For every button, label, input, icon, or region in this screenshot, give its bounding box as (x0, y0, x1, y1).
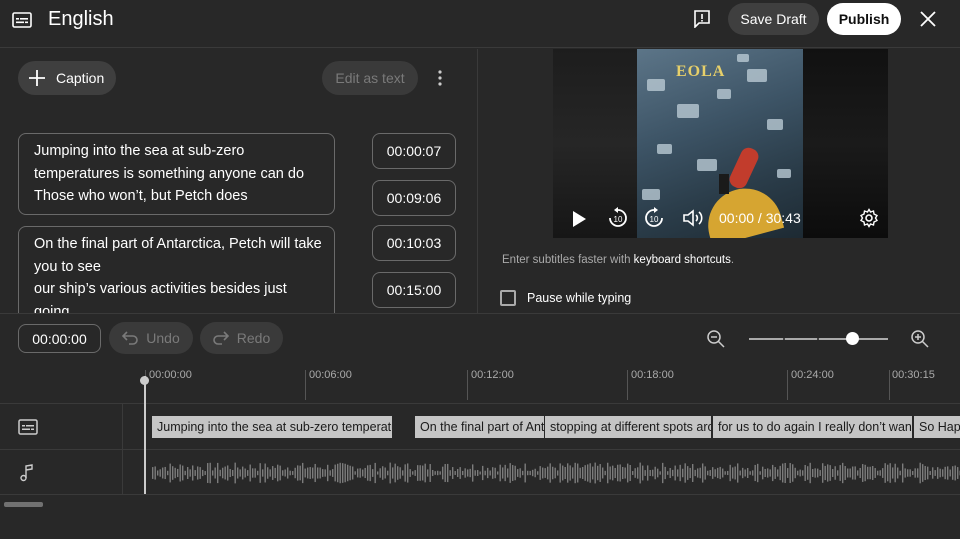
subtitle-segment[interactable]: for us to do again I really don’t want t… (713, 416, 912, 438)
caption-start-time[interactable]: 00:10:03 (372, 225, 456, 261)
caption-line: On the final part of Antarctica, Petch w… (34, 236, 322, 252)
caption-line: Those who won’t, but Petch does (34, 188, 248, 205)
video-preview-panel: EOLA 10 10 00:00 / 30:43 Enter subtitles… (479, 49, 960, 313)
caption-end-time[interactable]: 00:09:06 (372, 180, 456, 216)
subtitles-icon (18, 419, 38, 435)
pause-while-typing-label: Pause while typing (527, 291, 632, 305)
subtitles-icon (12, 12, 32, 28)
ruler-label: 00:12:00 (471, 369, 514, 381)
ruler-label: 00:24:00 (791, 369, 834, 381)
zoom-step-marker (783, 338, 785, 340)
zoom-out-icon[interactable] (706, 329, 726, 349)
ruler-label: 00:00:00 (149, 369, 192, 381)
zoom-slider-thumb[interactable] (846, 332, 859, 345)
music-note-icon (20, 464, 33, 482)
subtitle-segment[interactable]: Jumping into the sea at sub-zero tempera… (152, 416, 392, 438)
ruler-tick (787, 370, 788, 400)
ruler-tick (467, 370, 468, 400)
publish-button[interactable]: Publish (827, 3, 901, 35)
video-time-display: 00:00 / 30:43 (719, 210, 801, 226)
save-draft-button[interactable]: Save Draft (728, 3, 819, 35)
ruler-tick (889, 370, 890, 400)
hint-suffix: . (730, 254, 735, 266)
shortcut-hint: Enter subtitles faster with keyboard sho… (502, 254, 734, 266)
timeline-scrollbar[interactable] (4, 502, 43, 507)
current-time-field[interactable]: 00:00:00 (18, 324, 101, 353)
subtitle-track-header (0, 404, 123, 449)
plus-icon (29, 70, 45, 86)
subtitle-segment[interactable]: So Happy (914, 416, 960, 438)
subtitle-segment[interactable]: On the final part of Antarctica (415, 416, 544, 438)
edit-as-text-button[interactable]: Edit as text (322, 61, 418, 95)
timeline-toolbar: 00:00:00 Undo Redo (0, 313, 960, 363)
playhead-handle[interactable] (140, 376, 149, 385)
keyboard-shortcuts-link[interactable]: keyboard shortcuts (634, 254, 731, 266)
add-caption-button[interactable]: Caption (18, 61, 116, 95)
caption-line: you to see (34, 258, 101, 275)
zoom-in-icon[interactable] (910, 329, 930, 349)
redo-label: Redo (236, 330, 271, 346)
video-player[interactable]: EOLA 10 10 00:00 / 30:43 (553, 49, 888, 238)
editor-header: English Save Draft Publish (0, 0, 960, 48)
pause-while-typing-checkbox[interactable] (500, 290, 516, 306)
playhead[interactable] (144, 376, 146, 494)
more-vert-icon[interactable] (432, 67, 448, 89)
ruler-tick (627, 370, 628, 400)
ruler-label: 00:18:00 (631, 369, 674, 381)
volume-icon[interactable] (683, 209, 705, 227)
close-icon[interactable] (919, 10, 937, 28)
caption-line: temperatures is something anyone can do (34, 165, 305, 182)
svg-text:10: 10 (650, 215, 659, 224)
caption-line: Jumping into the sea at sub-zero (34, 143, 245, 159)
subtitle-segment[interactable]: stopping at different spots around the b… (545, 416, 711, 438)
forward-10-icon[interactable]: 10 (643, 207, 665, 229)
caption-textbox[interactable]: Jumping into the sea at sub-zero tempera… (18, 133, 335, 215)
video-logo: EOLA (676, 63, 726, 80)
undo-button[interactable]: Undo (109, 322, 193, 354)
svg-text:10: 10 (614, 215, 623, 224)
redo-icon (212, 331, 229, 345)
video-person-shadow (719, 174, 729, 194)
zoom-step-marker (817, 338, 819, 340)
play-icon[interactable] (571, 210, 587, 228)
ruler-label: 00:06:00 (309, 369, 352, 381)
add-caption-label: Caption (56, 70, 105, 86)
redo-button[interactable]: Redo (200, 322, 283, 354)
ruler-label: 00:30:15 (892, 369, 935, 381)
feedback-icon[interactable] (693, 10, 711, 28)
undo-label: Undo (146, 330, 180, 346)
rewind-10-icon[interactable]: 10 (607, 207, 629, 229)
hint-prefix: Enter subtitles faster with (502, 254, 634, 266)
caption-textbox[interactable]: On the final part of Antarctica, Petch w… (18, 226, 335, 313)
caption-editor-panel: Caption Edit as text Jumping into the se… (0, 49, 478, 313)
audio-waveform (152, 462, 960, 484)
audio-track-header (0, 450, 123, 494)
undo-icon (122, 331, 139, 345)
caption-line: our ship’s various activities besides ju… (34, 281, 287, 298)
caption-end-time[interactable]: 00:15:00 (372, 272, 456, 308)
ruler-tick (305, 370, 306, 400)
settings-gear-icon[interactable] (859, 208, 879, 228)
page-title: English (48, 8, 114, 30)
caption-line: going (34, 303, 70, 313)
caption-start-time[interactable]: 00:00:07 (372, 133, 456, 169)
